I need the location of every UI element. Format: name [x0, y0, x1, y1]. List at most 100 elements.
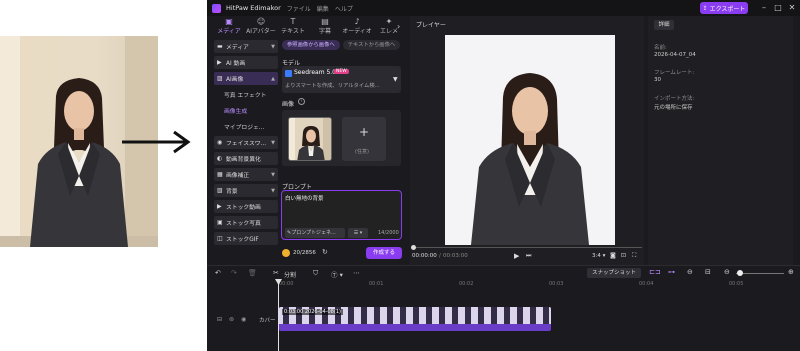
tab-label: メディア: [217, 28, 241, 35]
fit-icon[interactable]: ⊟: [705, 268, 711, 276]
tabs-scroll-right-icon[interactable]: ›: [397, 22, 400, 31]
snapshot-button[interactable]: スナップショット: [587, 268, 641, 278]
sidebar-item-stock-video[interactable]: ▶ ストック動画: [214, 200, 278, 213]
stock-gif-icon: ◫: [217, 235, 223, 242]
face-swap-icon: ◉: [217, 139, 223, 146]
stock-video-icon: ▶: [217, 203, 222, 210]
prompt-text: 白い無地の背景: [285, 196, 324, 202]
upload-hint: (任意): [355, 149, 369, 155]
image-upload-area: + (任意): [282, 110, 401, 166]
redo-icon[interactable]: ↷: [231, 269, 237, 277]
generate-button[interactable]: 作成する: [366, 247, 402, 259]
shield-icon[interactable]: ⛉: [313, 269, 318, 278]
tab-label: オーディオ: [342, 28, 372, 35]
zoom-in-icon[interactable]: ⊕: [788, 268, 794, 276]
player-progress-bar[interactable]: [412, 247, 642, 248]
char-count: 14/2000: [378, 230, 399, 236]
tab-subtitle[interactable]: ▤ 字幕: [309, 17, 341, 37]
video-clip[interactable]: 0:03:00 2026-04-08(1): [279, 307, 551, 331]
prompt-generator-dropdown[interactable]: ✎プロンプトジェネ...: [285, 228, 345, 238]
split-label[interactable]: 分割: [284, 270, 296, 279]
export-button[interactable]: ⇪ エクスポート: [700, 2, 748, 14]
menu-help[interactable]: ヘルプ: [335, 4, 353, 13]
tab-details[interactable]: 詳細: [654, 20, 674, 30]
split-icon[interactable]: ✂: [273, 269, 279, 277]
link-icon[interactable]: ⊶: [668, 268, 675, 276]
undo-icon[interactable]: ↶: [215, 269, 221, 277]
prompt-input[interactable]: 白い無地の背景 ✎プロンプトジェネ... ☰ ▾ 14/2000: [281, 190, 402, 240]
credits-count: 20/2856: [293, 250, 316, 256]
refresh-icon[interactable]: ↻: [322, 248, 328, 256]
sidebar-sub-my-project[interactable]: マイプロジェ...: [214, 120, 278, 132]
app-window: HitPaw Edimakor ファイル 編集 ヘルプ ⇪ エクスポート – □…: [207, 0, 800, 351]
chevron-down-icon: ▼: [271, 139, 275, 146]
ruler-tick-label: 00:04: [639, 281, 654, 287]
reference-image-thumbnail[interactable]: [288, 117, 332, 161]
sidebar-sub-image-generation[interactable]: 画像生成: [214, 104, 278, 116]
sidebar-item-video-bg[interactable]: ◐ 動画背景異化: [214, 152, 278, 165]
audio-icon: ♪: [354, 17, 360, 26]
tab-media[interactable]: ▣ メディア: [213, 17, 245, 37]
tab-text[interactable]: T テキスト: [277, 17, 309, 37]
sidebar-item-image-enhance[interactable]: ▦ 画像補正 ▼: [214, 168, 278, 181]
more-icon[interactable]: ⋯: [353, 269, 360, 277]
folder-icon: ▬: [217, 43, 223, 50]
play-icon[interactable]: ▶: [514, 252, 519, 260]
crop-icon[interactable]: ⊡: [621, 252, 626, 259]
sidebar-item-ai-image[interactable]: ▨ AI画像 ▲: [214, 72, 278, 85]
fullscreen-icon[interactable]: ⛶: [632, 252, 636, 260]
aspect-ratio-dropdown[interactable]: 3:4 ▾: [592, 253, 605, 259]
ruler-tick-label: 00:01: [369, 281, 384, 287]
image-label: 画像: [282, 101, 295, 108]
sidebar-item-face-swap[interactable]: ◉ フェイススワ... ▼: [214, 136, 278, 149]
prompt-options-dropdown[interactable]: ☰ ▾: [348, 228, 368, 238]
track-icon[interactable]: ⊟: [217, 316, 222, 323]
tab-label: テキスト: [281, 28, 305, 35]
tab-label: AIアバター: [246, 28, 276, 35]
close-icon[interactable]: ✕: [787, 3, 797, 13]
sidebar-item-stock-photo[interactable]: ▣ ストック写真: [214, 216, 278, 229]
subtab-text-to-image[interactable]: テキストから画像へ: [342, 40, 401, 50]
subtab-image-to-image[interactable]: 参照画像から画像へ: [282, 40, 340, 50]
camera-icon[interactable]: ◙: [610, 252, 616, 259]
chevron-down-icon: ▼: [271, 171, 275, 178]
preview-canvas: [445, 35, 615, 245]
info-icon[interactable]: i: [298, 98, 305, 105]
model-description: よりスマートな作成、リアルタイム検...: [285, 83, 380, 89]
text-tool-dropdown[interactable]: Ⓣ ▾: [331, 269, 343, 279]
sidebar-item-media[interactable]: ▬ メディア ▼: [214, 40, 278, 53]
minimize-icon[interactable]: –: [759, 3, 769, 13]
lock-icon[interactable]: ⊚: [229, 316, 234, 323]
progress-handle[interactable]: [411, 245, 416, 250]
text-icon: T: [290, 17, 296, 26]
eye-icon[interactable]: ◉: [241, 316, 246, 323]
menu-edit[interactable]: 編集: [317, 4, 329, 13]
sidebar-item-ai-video[interactable]: ▶ AI 動画: [214, 56, 278, 69]
add-image-button[interactable]: + (任意): [342, 117, 386, 161]
plus-icon: +: [359, 125, 370, 139]
chevron-down-icon: ▼: [393, 76, 398, 83]
zoom-out-icon[interactable]: ⊖: [724, 268, 730, 276]
magnet-icon[interactable]: ⊏⊐: [649, 268, 661, 276]
time-separator: /: [439, 253, 441, 259]
zoom-slider-handle[interactable]: [737, 270, 743, 276]
model-selector[interactable]: Seedream 5.0 NEW よりスマートな作成、リアルタイム検... ▼: [282, 66, 401, 93]
next-frame-icon[interactable]: ⏭: [526, 252, 531, 260]
menu-file[interactable]: ファイル: [287, 4, 311, 13]
sidebar-item-stock-gif[interactable]: ◫ ストックGIF: [214, 232, 278, 245]
track-label-cover[interactable]: カバー: [259, 316, 276, 324]
tab-ai-avatar[interactable]: ☺ AIアバター: [245, 17, 277, 37]
sidebar-item-label: AI画像: [226, 77, 244, 83]
tab-audio[interactable]: ♪ オーディオ: [341, 17, 373, 37]
export-label: エクスポート: [709, 5, 746, 13]
detail-name-value: 2026-04-07_04: [654, 52, 696, 58]
maximize-icon[interactable]: □: [773, 3, 783, 13]
sidebar-sub-photo-effect[interactable]: 写真 エフェクト: [214, 88, 278, 100]
sidebar-item-background[interactable]: ▧ 背景 ▼: [214, 184, 278, 197]
delete-icon[interactable]: 🗑: [248, 269, 257, 277]
zoom-slider[interactable]: [736, 273, 784, 274]
chevron-down-icon: ▼: [271, 187, 275, 194]
video-bg-icon: ◐: [217, 155, 223, 162]
track-toggle-icon[interactable]: ⊖: [687, 268, 693, 276]
player-panel: プレイヤー 00:00:00 / 00:03:00 ▶ ⏭ 3:4 ▾ ◙ ⊡ …: [410, 16, 644, 266]
